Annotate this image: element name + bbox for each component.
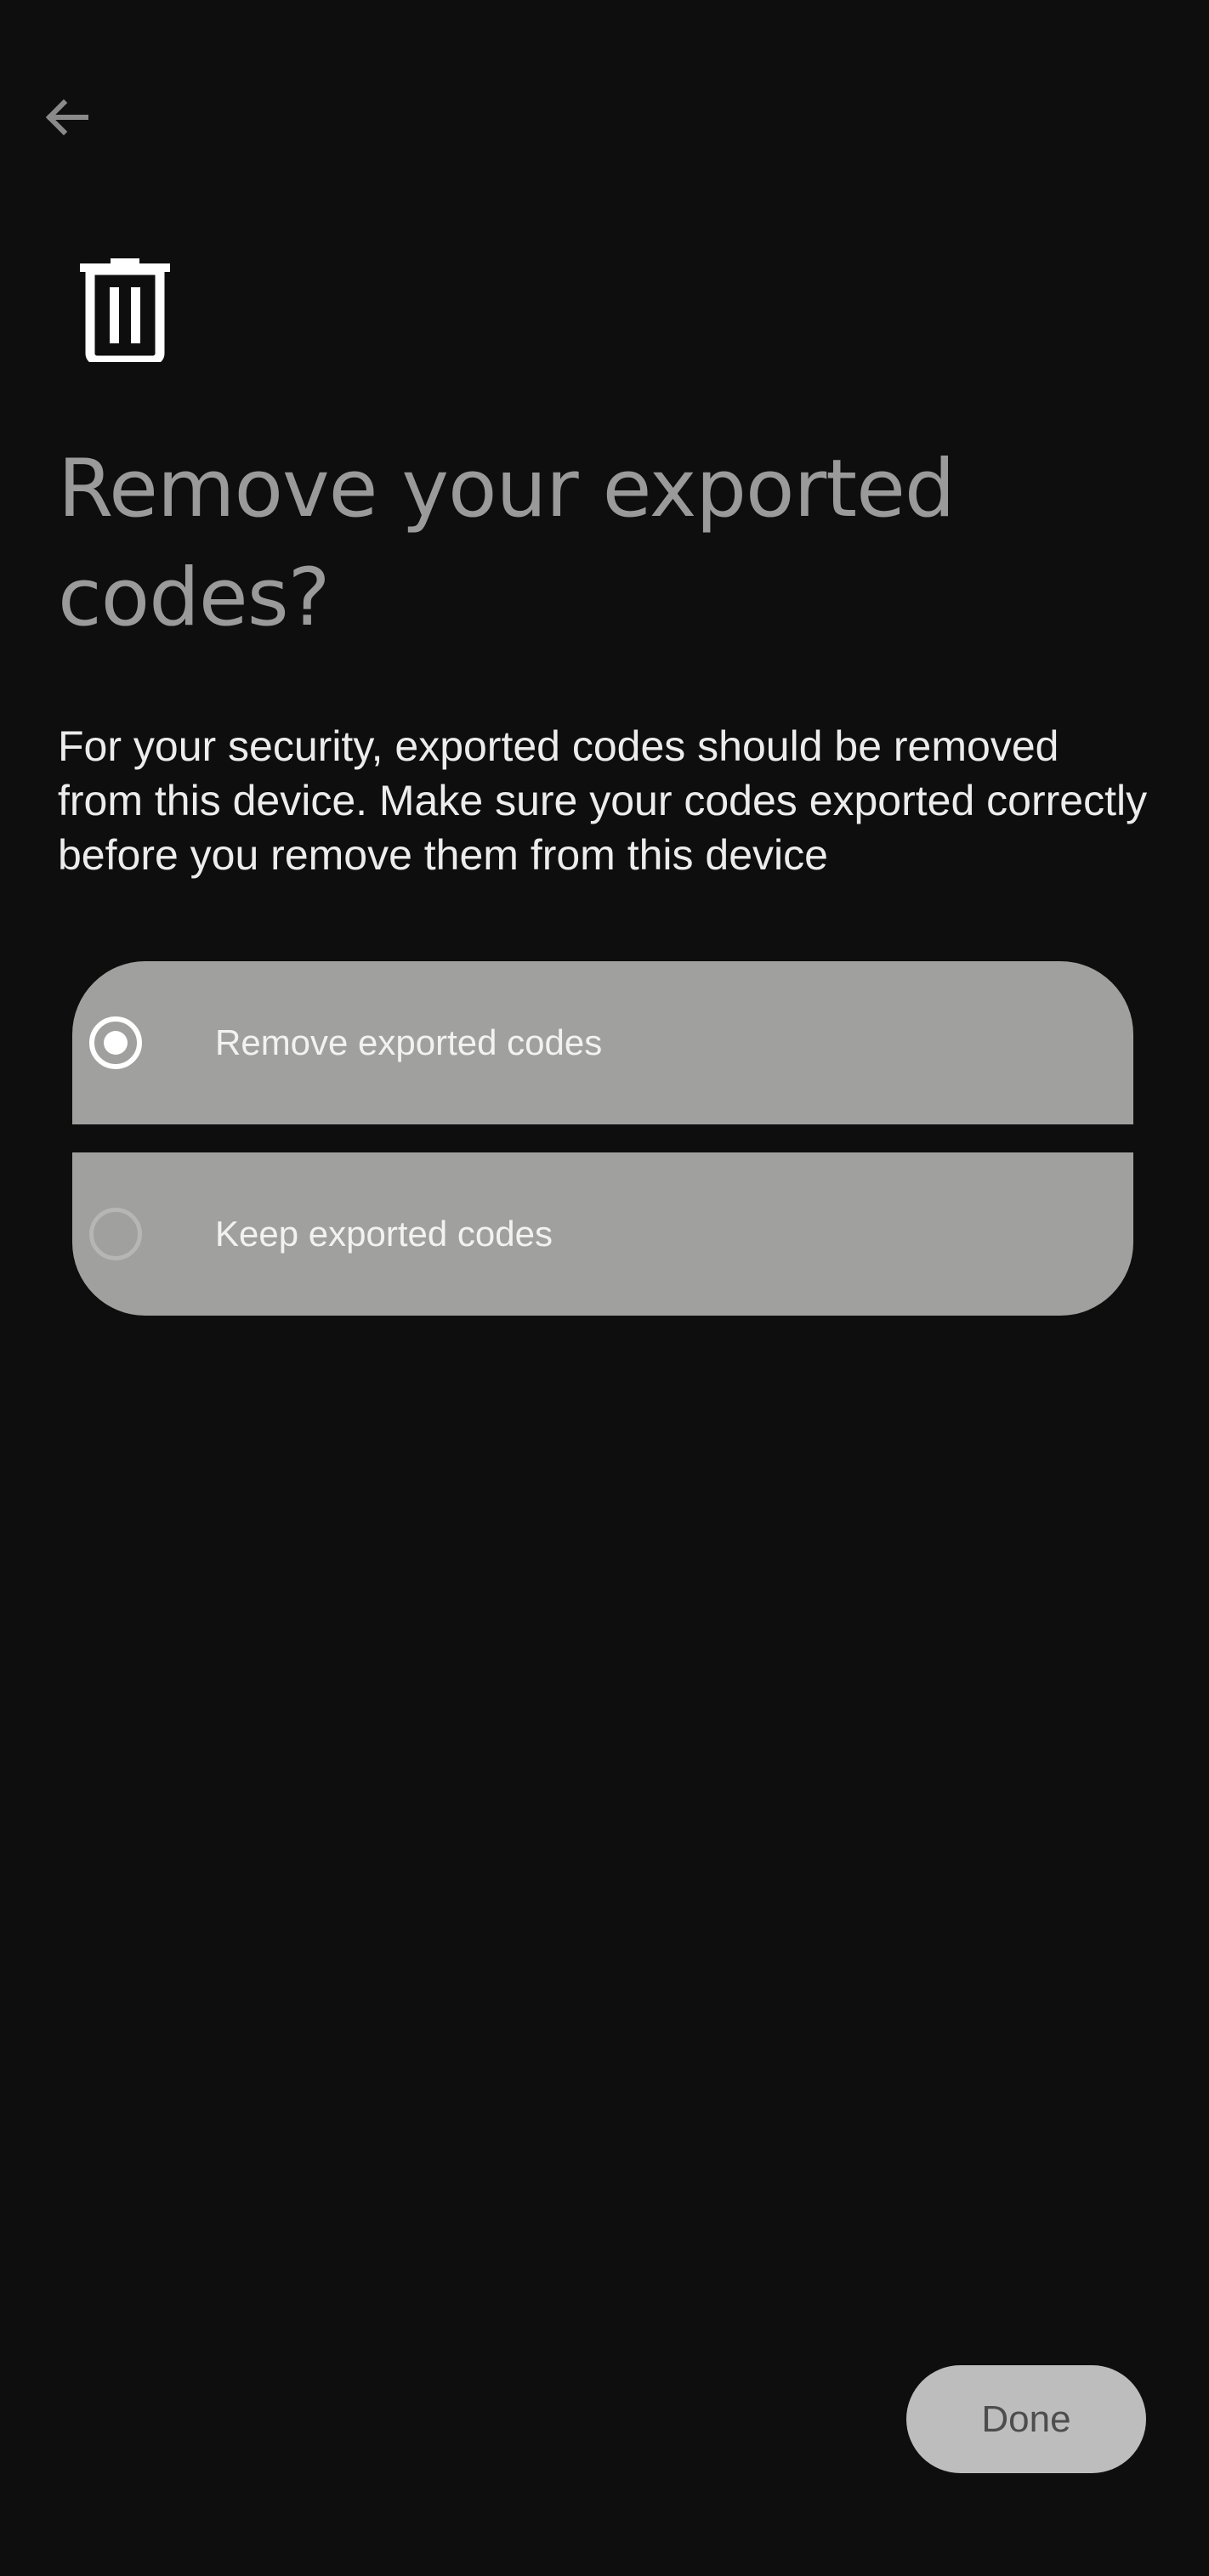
option-keep-exported-codes[interactable]: Keep exported codes	[72, 1152, 1133, 1316]
back-button[interactable]	[29, 85, 105, 153]
radio-button-selected[interactable]	[89, 1016, 142, 1069]
option-label: Keep exported codes	[215, 1214, 553, 1254]
done-button[interactable]: Done	[906, 2365, 1146, 2473]
arrow-back-icon	[42, 92, 93, 147]
option-label: Remove exported codes	[215, 1022, 603, 1062]
trash-icon	[78, 255, 172, 365]
page-title: Remove your exported codes?	[58, 443, 956, 644]
radio-button-unselected[interactable]	[89, 1208, 142, 1260]
description-text: For your security, exported codes should…	[58, 722, 1148, 879]
option-remove-exported-codes[interactable]: Remove exported codes	[72, 961, 1133, 1124]
